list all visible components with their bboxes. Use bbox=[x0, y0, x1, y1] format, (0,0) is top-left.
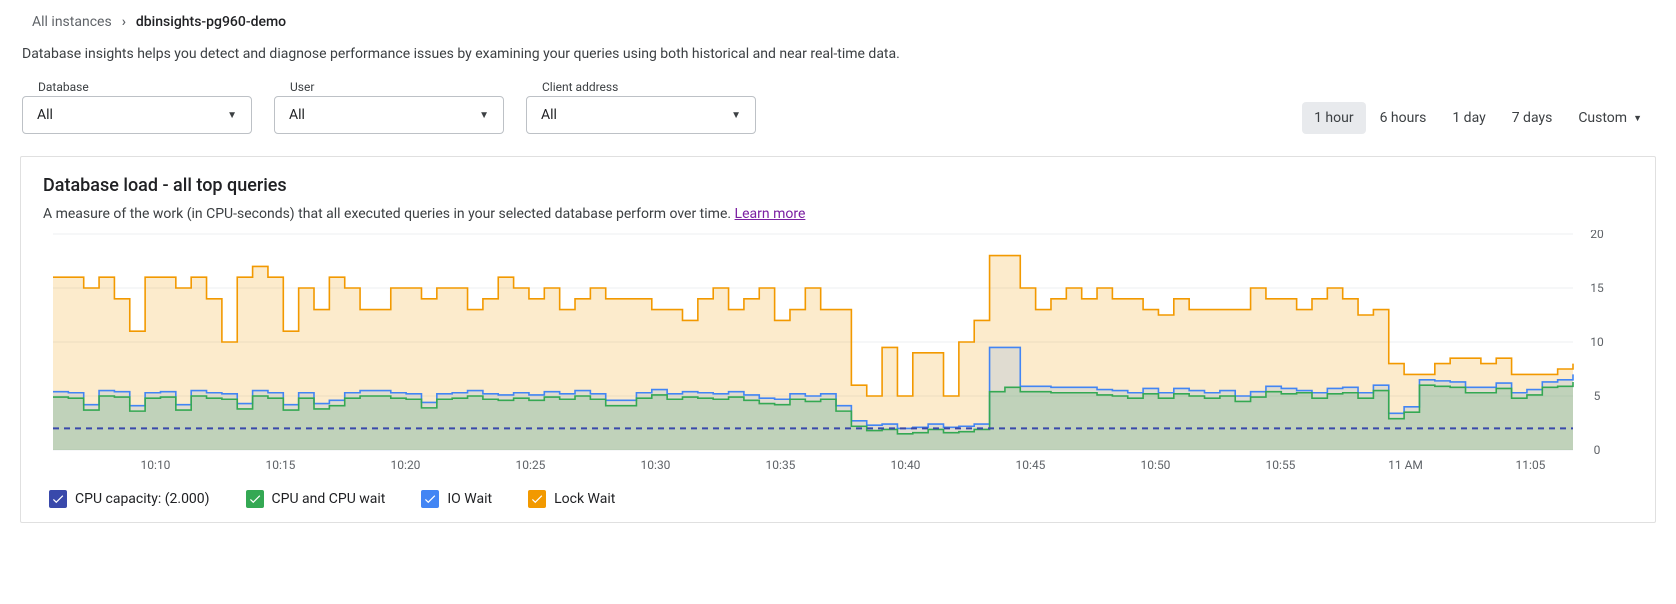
legend-cpu-and-wait-label: CPU and CPU wait bbox=[272, 491, 386, 507]
legend-io-wait[interactable]: IO Wait bbox=[421, 490, 492, 508]
filter-user-value: All bbox=[289, 107, 305, 123]
svg-text:15: 15 bbox=[1590, 281, 1604, 295]
x-tick-label: 10:40 bbox=[843, 458, 968, 472]
filter-database: Database All ▼ bbox=[22, 80, 252, 134]
chart-subtitle: A measure of the work (in CPU-seconds) t… bbox=[43, 206, 1633, 222]
x-tick-label: 10:30 bbox=[593, 458, 718, 472]
x-tick-label: 10:55 bbox=[1218, 458, 1343, 472]
chart-card: Database load - all top queries A measur… bbox=[20, 156, 1656, 523]
filter-client-address-label: Client address bbox=[526, 80, 756, 94]
x-tick-label: 10:20 bbox=[343, 458, 468, 472]
chart-x-axis: 10:1010:1510:2010:2510:3010:3510:4010:45… bbox=[43, 454, 1633, 472]
legend-io-wait-label: IO Wait bbox=[447, 491, 492, 507]
chevron-down-icon: ▼ bbox=[1633, 113, 1642, 124]
x-tick-label: 10:15 bbox=[218, 458, 343, 472]
filter-client-address-value: All bbox=[541, 107, 557, 123]
chevron-down-icon: ▼ bbox=[227, 110, 237, 121]
filter-row: Database All ▼ User All ▼ Client address… bbox=[20, 80, 1656, 138]
checkbox-icon bbox=[246, 490, 264, 508]
breadcrumb: All instances › dbinsights-pg960-demo bbox=[20, 8, 1656, 36]
checkbox-icon bbox=[528, 490, 546, 508]
filter-database-label: Database bbox=[22, 80, 252, 94]
filter-database-dropdown[interactable]: All ▼ bbox=[22, 96, 252, 134]
time-range-selector: 1 hour6 hours1 day7 daysCustom▼ bbox=[1302, 102, 1654, 134]
filter-user-label: User bbox=[274, 80, 504, 94]
chart-legend: CPU capacity: (2.000) CPU and CPU wait I… bbox=[43, 472, 1633, 508]
legend-cpu-capacity-label: CPU capacity: (2.000) bbox=[75, 491, 210, 507]
x-tick-label: 10:45 bbox=[968, 458, 1093, 472]
breadcrumb-root[interactable]: All instances bbox=[32, 14, 112, 30]
x-tick-label: 11:05 bbox=[1468, 458, 1593, 472]
breadcrumb-current: dbinsights-pg960-demo bbox=[136, 14, 286, 30]
chevron-right-icon: › bbox=[122, 14, 126, 30]
filter-user: User All ▼ bbox=[274, 80, 504, 134]
time-range-1-hour[interactable]: 1 hour bbox=[1302, 102, 1366, 134]
chart-area: 05101520 10:1010:1510:2010:2510:3010:351… bbox=[43, 230, 1633, 472]
chevron-down-icon: ▼ bbox=[479, 110, 489, 121]
x-tick-label: 11 AM bbox=[1343, 458, 1468, 472]
filter-client-address-dropdown[interactable]: All ▼ bbox=[526, 96, 756, 134]
svg-text:0: 0 bbox=[1594, 443, 1601, 454]
filter-client-address: Client address All ▼ bbox=[526, 80, 756, 134]
checkbox-icon bbox=[49, 490, 67, 508]
legend-cpu-and-wait[interactable]: CPU and CPU wait bbox=[246, 490, 386, 508]
chevron-down-icon: ▼ bbox=[731, 110, 741, 121]
legend-lock-wait-label: Lock Wait bbox=[554, 491, 615, 507]
x-tick-label: 10:35 bbox=[718, 458, 843, 472]
legend-cpu-capacity[interactable]: CPU capacity: (2.000) bbox=[49, 490, 210, 508]
svg-text:20: 20 bbox=[1590, 230, 1604, 241]
time-range-1-day[interactable]: 1 day bbox=[1440, 102, 1497, 134]
database-load-chart: 0 5 10 15 20 bbox=[43, 230, 1613, 454]
time-range-7-days[interactable]: 7 days bbox=[1500, 102, 1565, 134]
legend-lock-wait[interactable]: Lock Wait bbox=[528, 490, 615, 508]
svg-text:10: 10 bbox=[1590, 335, 1604, 349]
filter-database-value: All bbox=[37, 107, 53, 123]
x-tick-label: 10:50 bbox=[1093, 458, 1218, 472]
filter-user-dropdown[interactable]: All ▼ bbox=[274, 96, 504, 134]
checkbox-icon bbox=[421, 490, 439, 508]
page-description: Database insights helps you detect and d… bbox=[20, 36, 1656, 80]
x-tick-label: 10:25 bbox=[468, 458, 593, 472]
svg-text:5: 5 bbox=[1594, 389, 1601, 403]
time-range-custom[interactable]: Custom▼ bbox=[1566, 102, 1654, 134]
learn-more-link[interactable]: Learn more bbox=[735, 206, 806, 222]
chart-title: Database load - all top queries bbox=[43, 175, 1633, 196]
time-range-6-hours[interactable]: 6 hours bbox=[1368, 102, 1439, 134]
x-tick-label: 10:10 bbox=[93, 458, 218, 472]
